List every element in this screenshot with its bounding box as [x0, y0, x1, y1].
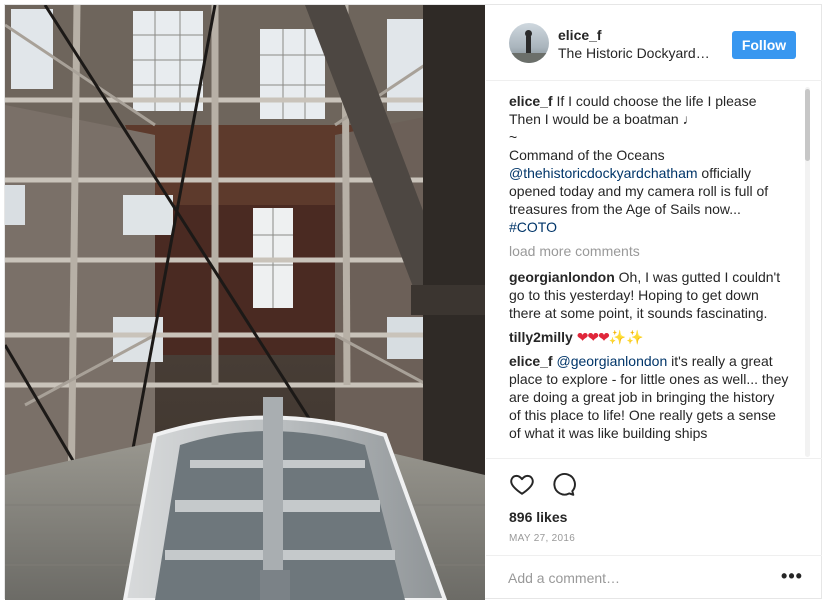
author-username[interactable]: elice_f [558, 27, 602, 43]
caption-hashtag[interactable]: #COTO [509, 219, 557, 235]
caption-username[interactable]: elice_f [509, 93, 553, 109]
boat-shed-photo [5, 5, 485, 600]
post-header: elice_f The Historic Dockyard… Follow [486, 5, 822, 81]
sparkle-emoji: ✨✨ [608, 329, 644, 345]
scrollbar-thumb[interactable] [805, 89, 810, 161]
post-photo[interactable] [5, 5, 485, 600]
post-actions: 896 likes MAY 27, 2016 ••• [486, 458, 822, 596]
location-link[interactable]: The Historic Dockyard… [558, 45, 710, 61]
follow-button[interactable]: Follow [732, 31, 796, 59]
comment-username[interactable]: georgianlondon [509, 269, 615, 285]
comments-list[interactable]: elice_f If I could choose the life I ple… [486, 82, 822, 458]
comment-item: tilly2milly ❤❤❤✨✨ [509, 328, 789, 346]
likes-count[interactable]: 896 likes [509, 509, 567, 525]
caption-text-3: Command of the Oceans [509, 147, 665, 163]
comment-username[interactable]: elice_f [509, 353, 553, 369]
comment-username[interactable]: tilly2milly [509, 329, 573, 345]
caption-mention[interactable]: @thehistoricdockyardchatham [509, 165, 698, 181]
comment-item: elice_f @georgianlondon it's really a gr… [509, 352, 789, 442]
load-more-comments[interactable]: load more comments [509, 242, 789, 260]
ellipsis-icon[interactable]: ••• [780, 566, 804, 590]
post-sidebar: elice_f The Historic Dockyard… Follow el… [486, 5, 822, 600]
add-comment-input[interactable] [508, 568, 768, 588]
comment-mention[interactable]: @georgianlondon [556, 353, 667, 369]
comment-item: georgianlondon Oh, I was gutted I couldn… [509, 268, 789, 322]
speech-bubble-icon[interactable] [550, 471, 576, 497]
heart-outline-icon[interactable] [509, 471, 535, 497]
post-date[interactable]: MAY 27, 2016 [509, 533, 575, 544]
avatar[interactable] [509, 23, 549, 63]
caption: elice_f If I could choose the life I ple… [509, 92, 789, 236]
instagram-post: elice_f The Historic Dockyard… Follow el… [4, 4, 822, 600]
add-comment-row: ••• [486, 555, 822, 599]
heart-emoji: ❤❤❤ [576, 329, 610, 345]
caption-text-2: ~ [509, 129, 518, 145]
